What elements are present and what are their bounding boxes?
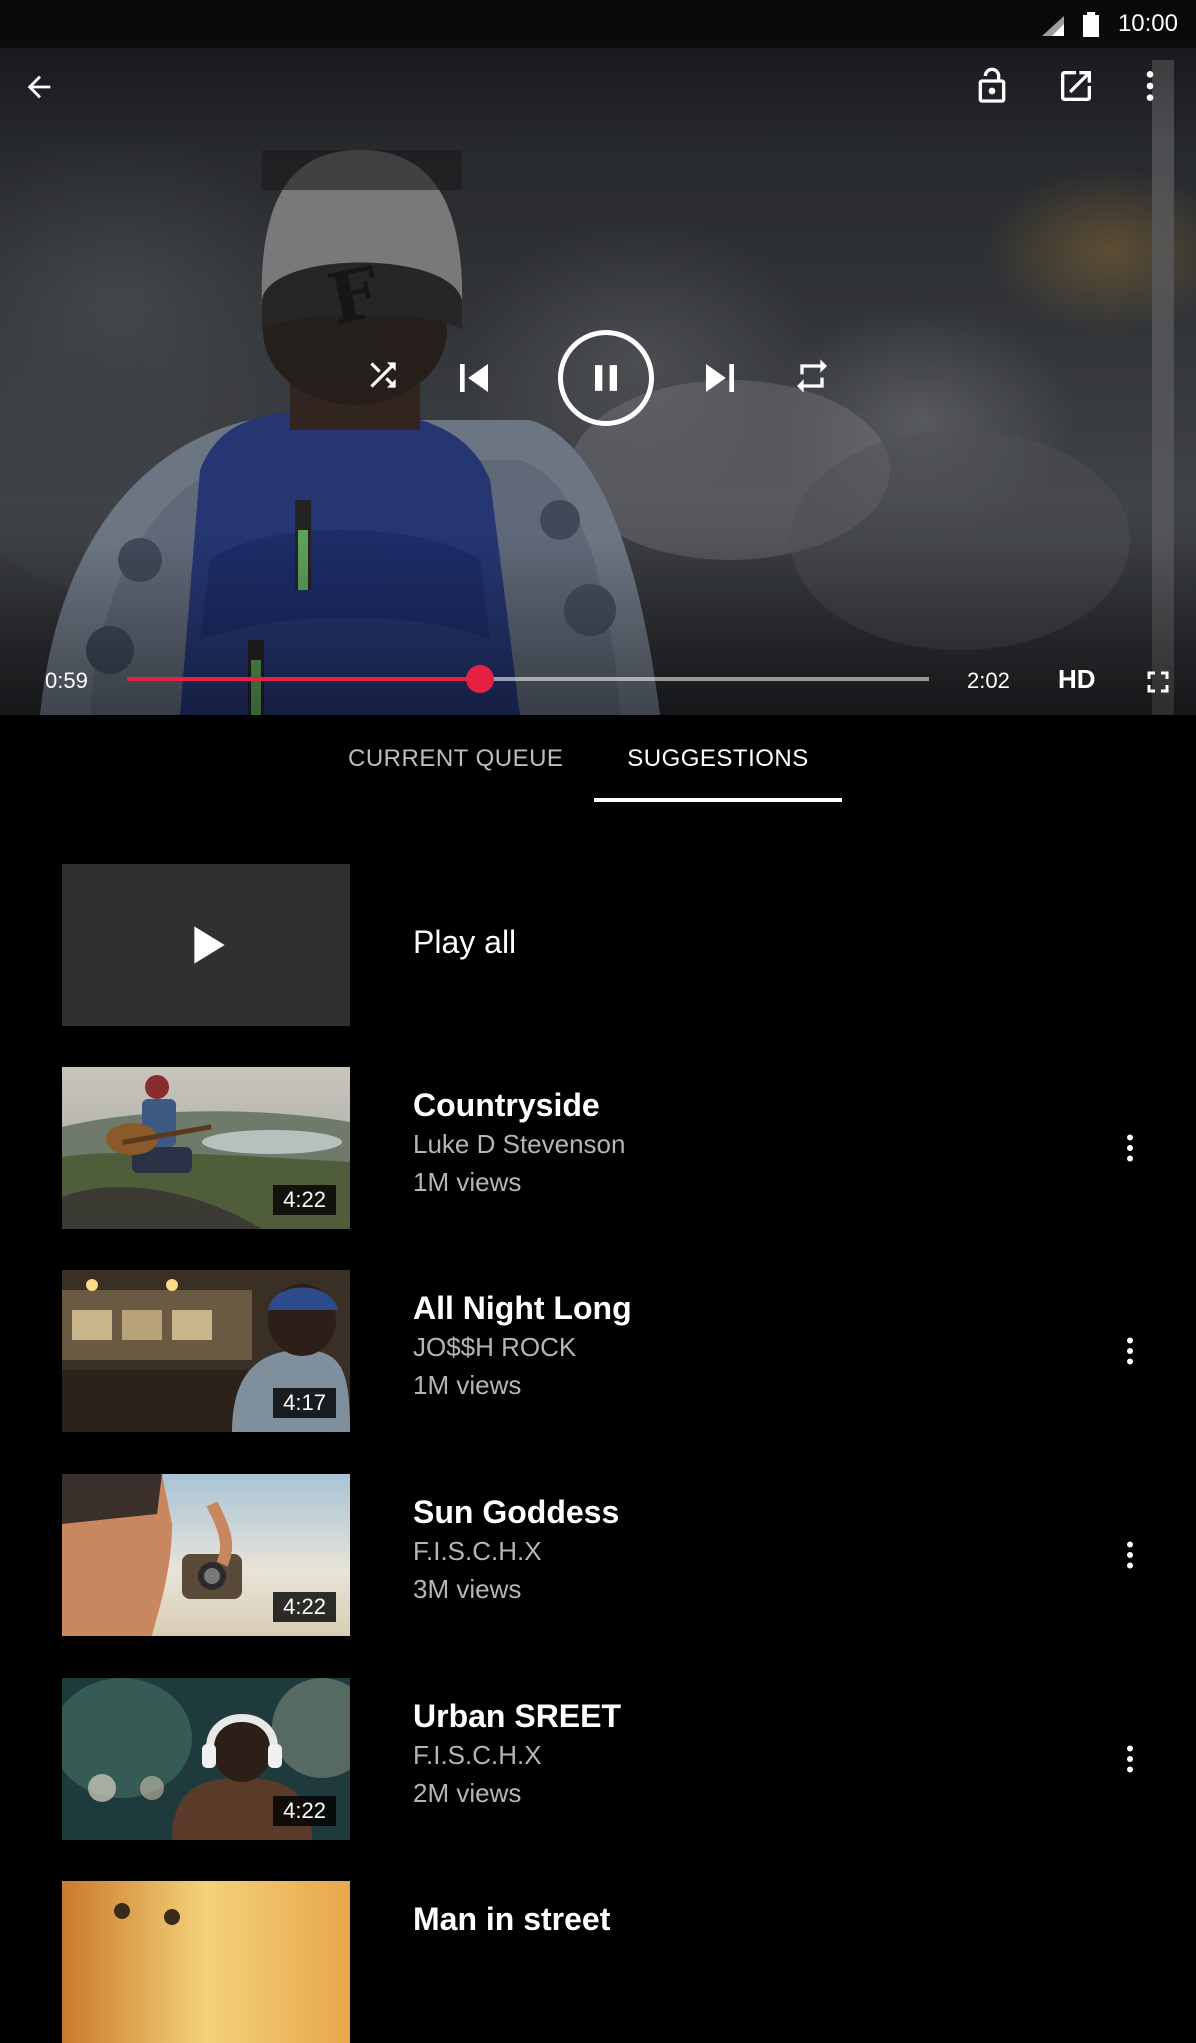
play-all-thumbnail[interactable]	[62, 864, 350, 1026]
previous-button[interactable]	[446, 350, 502, 406]
video-title[interactable]: All Night Long	[413, 1290, 632, 1327]
skip-next-icon	[706, 364, 734, 392]
signal-icon	[1042, 16, 1064, 36]
video-title[interactable]: Sun Goddess	[413, 1494, 619, 1531]
popout-button[interactable]	[1050, 60, 1102, 112]
video-channel: F.I.S.C.H.X	[413, 1740, 542, 1770]
more-vert-icon	[1127, 1134, 1133, 1162]
tab-current-queue[interactable]: CURRENT QUEUE	[348, 715, 563, 803]
list-item[interactable]: 4:22 Countryside Luke D Stevenson 1M vie…	[0, 1067, 1196, 1229]
item-more-button[interactable]	[1110, 1732, 1150, 1786]
video-views: 3M views	[413, 1574, 522, 1604]
video-channel: Luke D Stevenson	[413, 1129, 626, 1159]
seek-bar[interactable]	[127, 665, 929, 693]
list-item[interactable]: 4:22 Sun Goddess F.I.S.C.H.X 3M views	[0, 1474, 1196, 1636]
lock-icon	[978, 67, 1006, 103]
popout-icon	[1061, 71, 1091, 101]
video-title[interactable]: Countryside	[413, 1087, 600, 1124]
video-title[interactable]: Urban SREET	[413, 1698, 621, 1735]
video-views: 2M views	[413, 1778, 522, 1808]
total-time: 2:02	[967, 668, 1010, 693]
fullscreen-button[interactable]	[1136, 660, 1180, 704]
more-options-button[interactable]	[1124, 60, 1176, 112]
current-time: 0:59	[45, 668, 88, 693]
more-vert-icon	[1127, 1337, 1133, 1365]
back-button[interactable]	[14, 62, 64, 112]
next-button[interactable]	[692, 350, 748, 406]
quality-button[interactable]: HD	[1058, 664, 1096, 695]
selected-tab-indicator	[594, 798, 842, 802]
video-channel: F.I.S.C.H.X	[413, 1536, 542, 1566]
status-time: 10:00	[1117, 10, 1178, 37]
more-vert-icon	[1127, 1541, 1133, 1569]
list-item[interactable]: 4:22 Urban SREET F.I.S.C.H.X 2M views	[0, 1678, 1196, 1840]
item-more-button[interactable]	[1110, 1324, 1150, 1378]
video-thumbnail[interactable]: 4:22	[62, 1474, 350, 1636]
list-item[interactable]: 4:17 All Night Long JO$$H ROCK 1M views	[0, 1270, 1196, 1432]
lock-button[interactable]	[966, 60, 1018, 112]
shuffle-button[interactable]	[358, 350, 408, 400]
video-thumbnail[interactable]: 4:22	[62, 1678, 350, 1840]
video-duration: 4:22	[273, 1796, 336, 1826]
thumbnail-image	[62, 1881, 350, 2043]
repeat-button[interactable]	[786, 350, 838, 402]
video-thumbnail[interactable]: 4:22	[62, 1067, 350, 1229]
more-vert-icon	[1127, 1745, 1133, 1773]
seek-bar-thumb[interactable]	[465, 665, 494, 693]
video-duration: 4:22	[273, 1592, 336, 1622]
item-more-button[interactable]	[1110, 1121, 1150, 1175]
item-more-button[interactable]	[1110, 1528, 1150, 1582]
play-icon	[194, 926, 225, 964]
video-views: 1M views	[413, 1370, 522, 1400]
video-thumbnail[interactable]: 4:17	[62, 1270, 350, 1432]
status-bar: 10:00	[0, 0, 1196, 48]
more-vert-icon	[1146, 71, 1154, 101]
video-duration: 4:17	[273, 1388, 336, 1418]
video-thumbnail[interactable]	[62, 1881, 350, 2043]
battery-icon	[1083, 12, 1099, 37]
tab-bar: CURRENT QUEUE SUGGESTIONS	[0, 715, 1196, 805]
video-duration: 4:22	[273, 1185, 336, 1215]
back-arrow-icon	[27, 75, 51, 99]
fullscreen-icon	[1147, 671, 1169, 693]
video-views: 1M views	[413, 1167, 522, 1197]
pause-button[interactable]	[558, 330, 654, 426]
play-all-item[interactable]: Play all	[0, 864, 1196, 1026]
tab-suggestions[interactable]: SUGGESTIONS	[594, 715, 842, 803]
pause-icon	[595, 365, 617, 391]
seek-bar-progress	[127, 677, 480, 681]
play-all-label[interactable]: Play all	[413, 924, 516, 961]
skip-previous-icon	[460, 364, 488, 392]
video-channel: JO$$H ROCK	[413, 1332, 577, 1362]
shuffle-icon	[370, 362, 396, 388]
list-item[interactable]: Man in street	[0, 1881, 1196, 2043]
repeat-icon	[797, 359, 827, 393]
video-player[interactable]: F 10:00	[0, 0, 1196, 715]
